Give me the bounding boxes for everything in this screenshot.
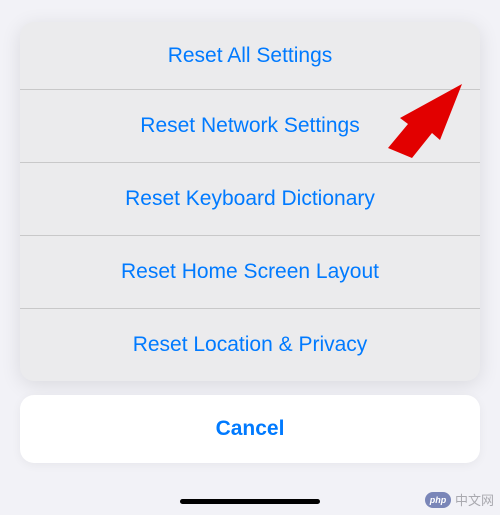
option-reset-keyboard-dictionary[interactable]: Reset Keyboard Dictionary xyxy=(20,162,480,235)
watermark: php 中文网 xyxy=(425,490,494,509)
option-reset-home-screen-layout[interactable]: Reset Home Screen Layout xyxy=(20,235,480,308)
home-indicator[interactable] xyxy=(180,499,320,504)
php-badge-icon: php xyxy=(425,492,451,508)
option-reset-all-settings[interactable]: Reset All Settings xyxy=(20,22,480,89)
option-reset-location-privacy[interactable]: Reset Location & Privacy xyxy=(20,308,480,381)
action-sheet-container: Reset All Settings Reset Network Setting… xyxy=(20,22,480,507)
cancel-button[interactable]: Cancel xyxy=(20,395,480,463)
watermark-text: 中文网 xyxy=(455,490,494,509)
option-reset-network-settings[interactable]: Reset Network Settings xyxy=(20,89,480,162)
action-sheet: Reset All Settings Reset Network Setting… xyxy=(20,22,480,381)
